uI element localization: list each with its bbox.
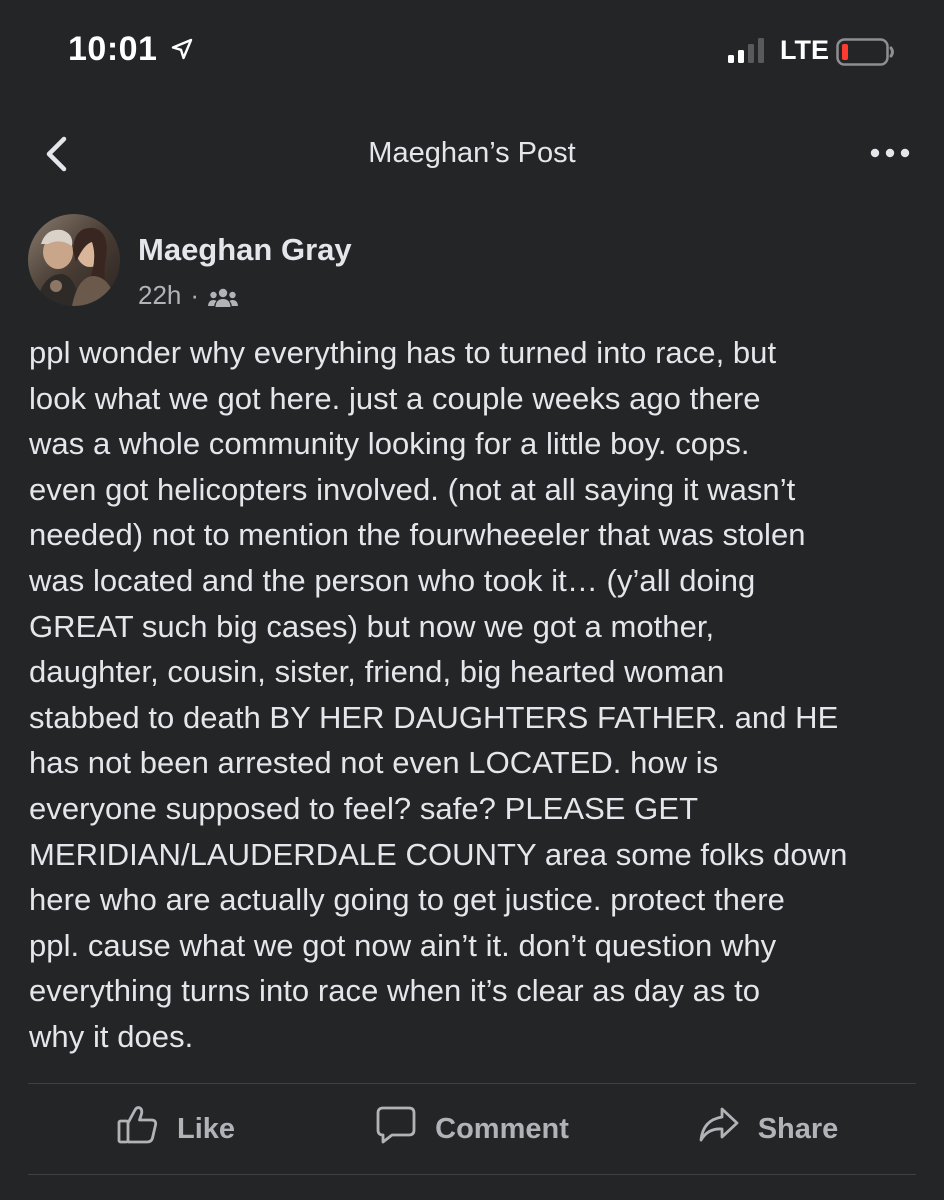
signal-bars-icon xyxy=(726,38,770,64)
comment-label: Comment xyxy=(435,1112,569,1145)
comment-button[interactable]: Comment xyxy=(324,1084,620,1174)
status-time: 10:01 xyxy=(68,30,158,68)
post-action-bar: Like Comment Share xyxy=(28,1084,916,1174)
status-bar: 10:01 LTE xyxy=(0,0,944,100)
author-name[interactable]: Maeghan Gray xyxy=(138,232,352,268)
battery-low-icon xyxy=(836,37,896,67)
comment-bubble-icon xyxy=(375,1105,435,1153)
share-button[interactable]: Share xyxy=(620,1084,916,1174)
avatar[interactable] xyxy=(28,214,120,306)
post-meta: 22h · xyxy=(138,280,239,311)
post-header: Maeghan Gray 22h · xyxy=(28,212,918,312)
share-label: Share xyxy=(757,1112,839,1145)
like-label: Like xyxy=(176,1112,236,1145)
post-text: ppl wonder why everything has to turned … xyxy=(29,335,848,1054)
more-options-button[interactable] xyxy=(866,132,914,176)
network-label: LTE xyxy=(780,35,829,65)
post-timestamp[interactable]: 22h xyxy=(138,280,181,311)
location-arrow-icon xyxy=(170,37,194,61)
share-arrow-icon xyxy=(698,1105,758,1153)
like-button[interactable]: Like xyxy=(28,1084,324,1174)
friends-icon xyxy=(208,285,239,307)
page-title: Maeghan’s Post xyxy=(368,137,576,169)
more-horizontal-icon xyxy=(870,145,910,163)
thumbs-up-icon xyxy=(117,1105,177,1153)
nav-bar: Maeghan’s Post xyxy=(0,100,944,210)
divider xyxy=(28,1174,916,1175)
meta-separator: · xyxy=(190,280,200,310)
